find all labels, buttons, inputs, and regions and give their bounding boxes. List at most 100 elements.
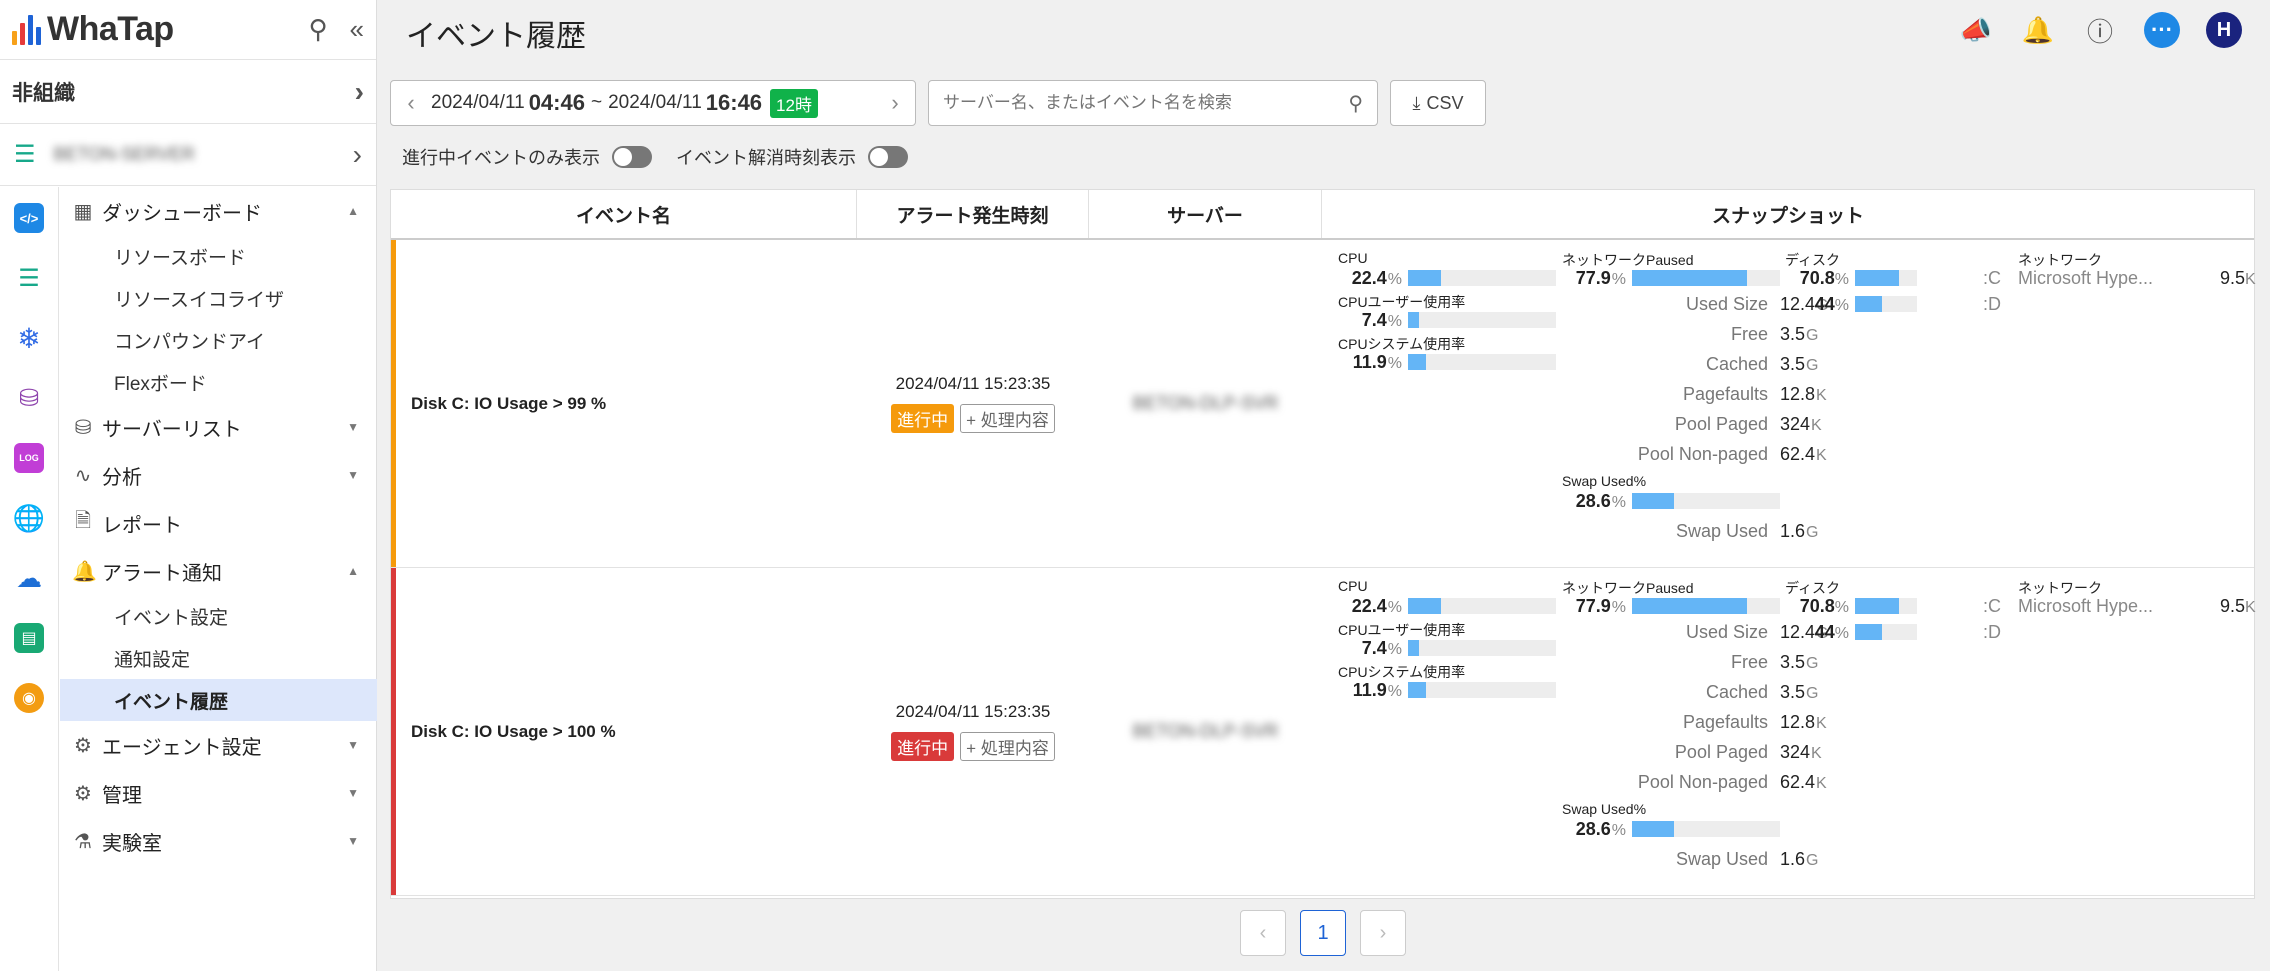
sidebar: WhaTap ⚲ « 非組織 › ☰ BETON-SERVER › </> ☰ …: [0, 0, 377, 971]
menu-event-history[interactable]: イベント履歴: [60, 679, 377, 721]
pagination: ‹ 1 ›: [1240, 910, 1406, 956]
menu-dashboard[interactable]: ▦ ダッシューボード ▲: [60, 187, 377, 235]
end-time: 16:46: [705, 90, 763, 115]
disk-d-value: 44%: [1814, 621, 1849, 642]
swap-metric: 28.6%: [1562, 818, 1829, 840]
alert-time: 2024/04/11 15:23:35: [895, 374, 1051, 393]
menu-alert[interactable]: 🔔 アラート通知 ▲: [60, 547, 377, 595]
menu-management-label: 管理: [102, 784, 142, 807]
net-paused-bar: [1632, 598, 1780, 614]
table-row[interactable]: Disk C: IO Usage > 99 % 2024/04/11 15:23…: [391, 240, 2256, 568]
column-header-alert-time[interactable]: アラート発生時刻: [857, 190, 1089, 238]
swap-used-value: 1.6G: [1780, 520, 1819, 541]
memory-item-key: Used Size: [1685, 621, 1768, 642]
disk-d-metric: 44% :D: [1785, 289, 2001, 319]
menu-resource-board[interactable]: リソースボード: [60, 235, 377, 277]
process-detail-button[interactable]: + 処理内容: [960, 404, 1055, 433]
menu-agent-settings[interactable]: ⚙ エージェント設定 ▼: [60, 721, 377, 769]
organization-selector[interactable]: 非組織 ›: [0, 60, 376, 124]
cpu-user-value: 7.4%: [1361, 637, 1402, 658]
server-name[interactable]: BETON-DLP-SVR: [1133, 393, 1279, 414]
end-date: 2024/04/11: [608, 92, 702, 113]
menu-analysis[interactable]: ∿ 分析 ▼: [60, 451, 377, 499]
memory-item: Pool Paged 324K: [1562, 737, 1829, 767]
memory-item: Free 3.5G: [1562, 319, 1829, 349]
menu-report[interactable]: 🗎 レポート: [60, 499, 377, 547]
menu-notification-settings[interactable]: 通知設定: [60, 637, 377, 679]
swap-used-key: Swap Used: [1675, 848, 1768, 869]
cpu-sys-bar: [1408, 682, 1556, 698]
collapse-sidebar-icon[interactable]: «: [350, 14, 364, 45]
project-name: BETON-SERVER: [53, 144, 195, 164]
disk-label: ディスク: [1785, 580, 1841, 596]
chevron-left-icon[interactable]: ‹: [401, 90, 421, 116]
next-page-button[interactable]: ›: [1360, 910, 1406, 956]
menu-flex-board[interactable]: Flexボード: [60, 361, 377, 403]
bell-icon[interactable]: 🔔: [2020, 12, 2056, 48]
menu-resource-equalizer[interactable]: リソースイコライザ: [60, 277, 377, 319]
cpu-metric: 22.4%: [1338, 595, 1556, 617]
database-icon[interactable]: ⛁: [14, 383, 44, 413]
cpu-label: CPU: [1338, 578, 1368, 594]
csv-label: CSV: [1426, 92, 1464, 113]
prev-page-button[interactable]: ‹: [1240, 910, 1286, 956]
disk-d-name: :D: [1983, 621, 2001, 642]
cpu-value: 22.4%: [1351, 595, 1402, 616]
server-name[interactable]: BETON-DLP-SVR: [1133, 721, 1279, 742]
cpu-user-bar: [1408, 640, 1556, 656]
megaphone-icon[interactable]: 📣: [1958, 12, 1994, 48]
server-cell: BETON-DLP-SVR: [1089, 568, 1322, 895]
disk-d-name: :D: [1983, 293, 2001, 314]
menu-agent-settings-label: エージェント設定: [102, 736, 262, 759]
info-icon[interactable]: ⓘ: [2082, 12, 2118, 48]
alert-time-cell: 2024/04/11 15:23:35 進行中 + 処理内容: [857, 568, 1089, 895]
search-icon[interactable]: ⚲: [308, 14, 327, 45]
memory-item-value: 62.4K: [1780, 443, 1827, 464]
memory-item-key: Pagefaults: [1682, 711, 1768, 732]
apm-icon[interactable]: </>: [14, 203, 44, 233]
cpu-sys-label: CPUシステム使用率: [1338, 336, 1466, 352]
avatar[interactable]: H: [2206, 12, 2242, 48]
cloud-icon[interactable]: ☁: [14, 563, 44, 593]
menu-management[interactable]: ⚙ 管理 ▼: [60, 769, 377, 817]
server-icon[interactable]: ☰: [14, 263, 44, 293]
menu-lab[interactable]: ⚗ 実験室 ▼: [60, 817, 377, 865]
resolved-time-toggle[interactable]: [868, 146, 908, 168]
column-header-event-name[interactable]: イベント名: [391, 190, 857, 238]
table-row[interactable]: Disk C: IO Usage > 100 % 2024/04/11 15:2…: [391, 568, 2256, 896]
cpu-metric: 22.4%: [1338, 267, 1556, 289]
url-monitor-icon[interactable]: 🌐: [13, 503, 45, 533]
memory-item-value: 324K: [1780, 413, 1822, 434]
process-detail-button[interactable]: + 処理内容: [960, 732, 1055, 761]
chevron-right-icon[interactable]: ›: [885, 90, 905, 116]
table-header: イベント名 アラート発生時刻 サーバー スナップショット: [391, 190, 2254, 240]
event-name: Disk C: IO Usage > 99 %: [411, 393, 607, 413]
page-button[interactable]: 1: [1300, 910, 1346, 956]
caret-down-icon: ▼: [347, 834, 359, 848]
log-icon[interactable]: LOG: [14, 443, 44, 473]
menu-compound-eye[interactable]: コンパウンドアイ: [60, 319, 377, 361]
search-icon[interactable]: ⚲: [1348, 91, 1363, 116]
column-header-server[interactable]: サーバー: [1089, 190, 1322, 238]
search-input[interactable]: [943, 93, 1349, 113]
csv-download-button[interactable]: ⤓ CSV: [1390, 80, 1486, 126]
menu-event-settings[interactable]: イベント設定: [60, 595, 377, 637]
caret-down-icon: ▼: [347, 468, 359, 482]
menu-lab-label: 実験室: [102, 832, 162, 855]
project-selector[interactable]: ☰ BETON-SERVER ›: [0, 124, 376, 186]
caret-down-icon: ▼: [347, 738, 359, 752]
kubernetes-icon[interactable]: ❄: [14, 323, 44, 354]
bell-icon: 🔔: [72, 560, 97, 583]
event-search[interactable]: ⚲: [928, 80, 1378, 126]
date-range-picker[interactable]: ‹ 2024/04/11 04:46 ~ 2024/04/11 16:46 12…: [390, 80, 916, 126]
nic-name: Microsoft Hype...: [2018, 595, 2154, 616]
cpu-user-label: CPUユーザー使用率: [1338, 622, 1466, 638]
network-interface-row: Microsoft Hype... 9.5K: [2018, 595, 2256, 617]
page-header: イベント履歴 📣 🔔 ⓘ ··· H: [378, 0, 2270, 66]
in-progress-only-toggle[interactable]: [612, 146, 652, 168]
server-cell: BETON-DLP-SVR: [1089, 240, 1322, 567]
chat-icon[interactable]: ···: [2144, 12, 2180, 48]
menu-server-list[interactable]: ⛁ サーバーリスト ▼: [60, 403, 377, 451]
browser-icon[interactable]: ▤: [14, 623, 44, 653]
broadcast-icon[interactable]: ◉: [14, 683, 44, 713]
